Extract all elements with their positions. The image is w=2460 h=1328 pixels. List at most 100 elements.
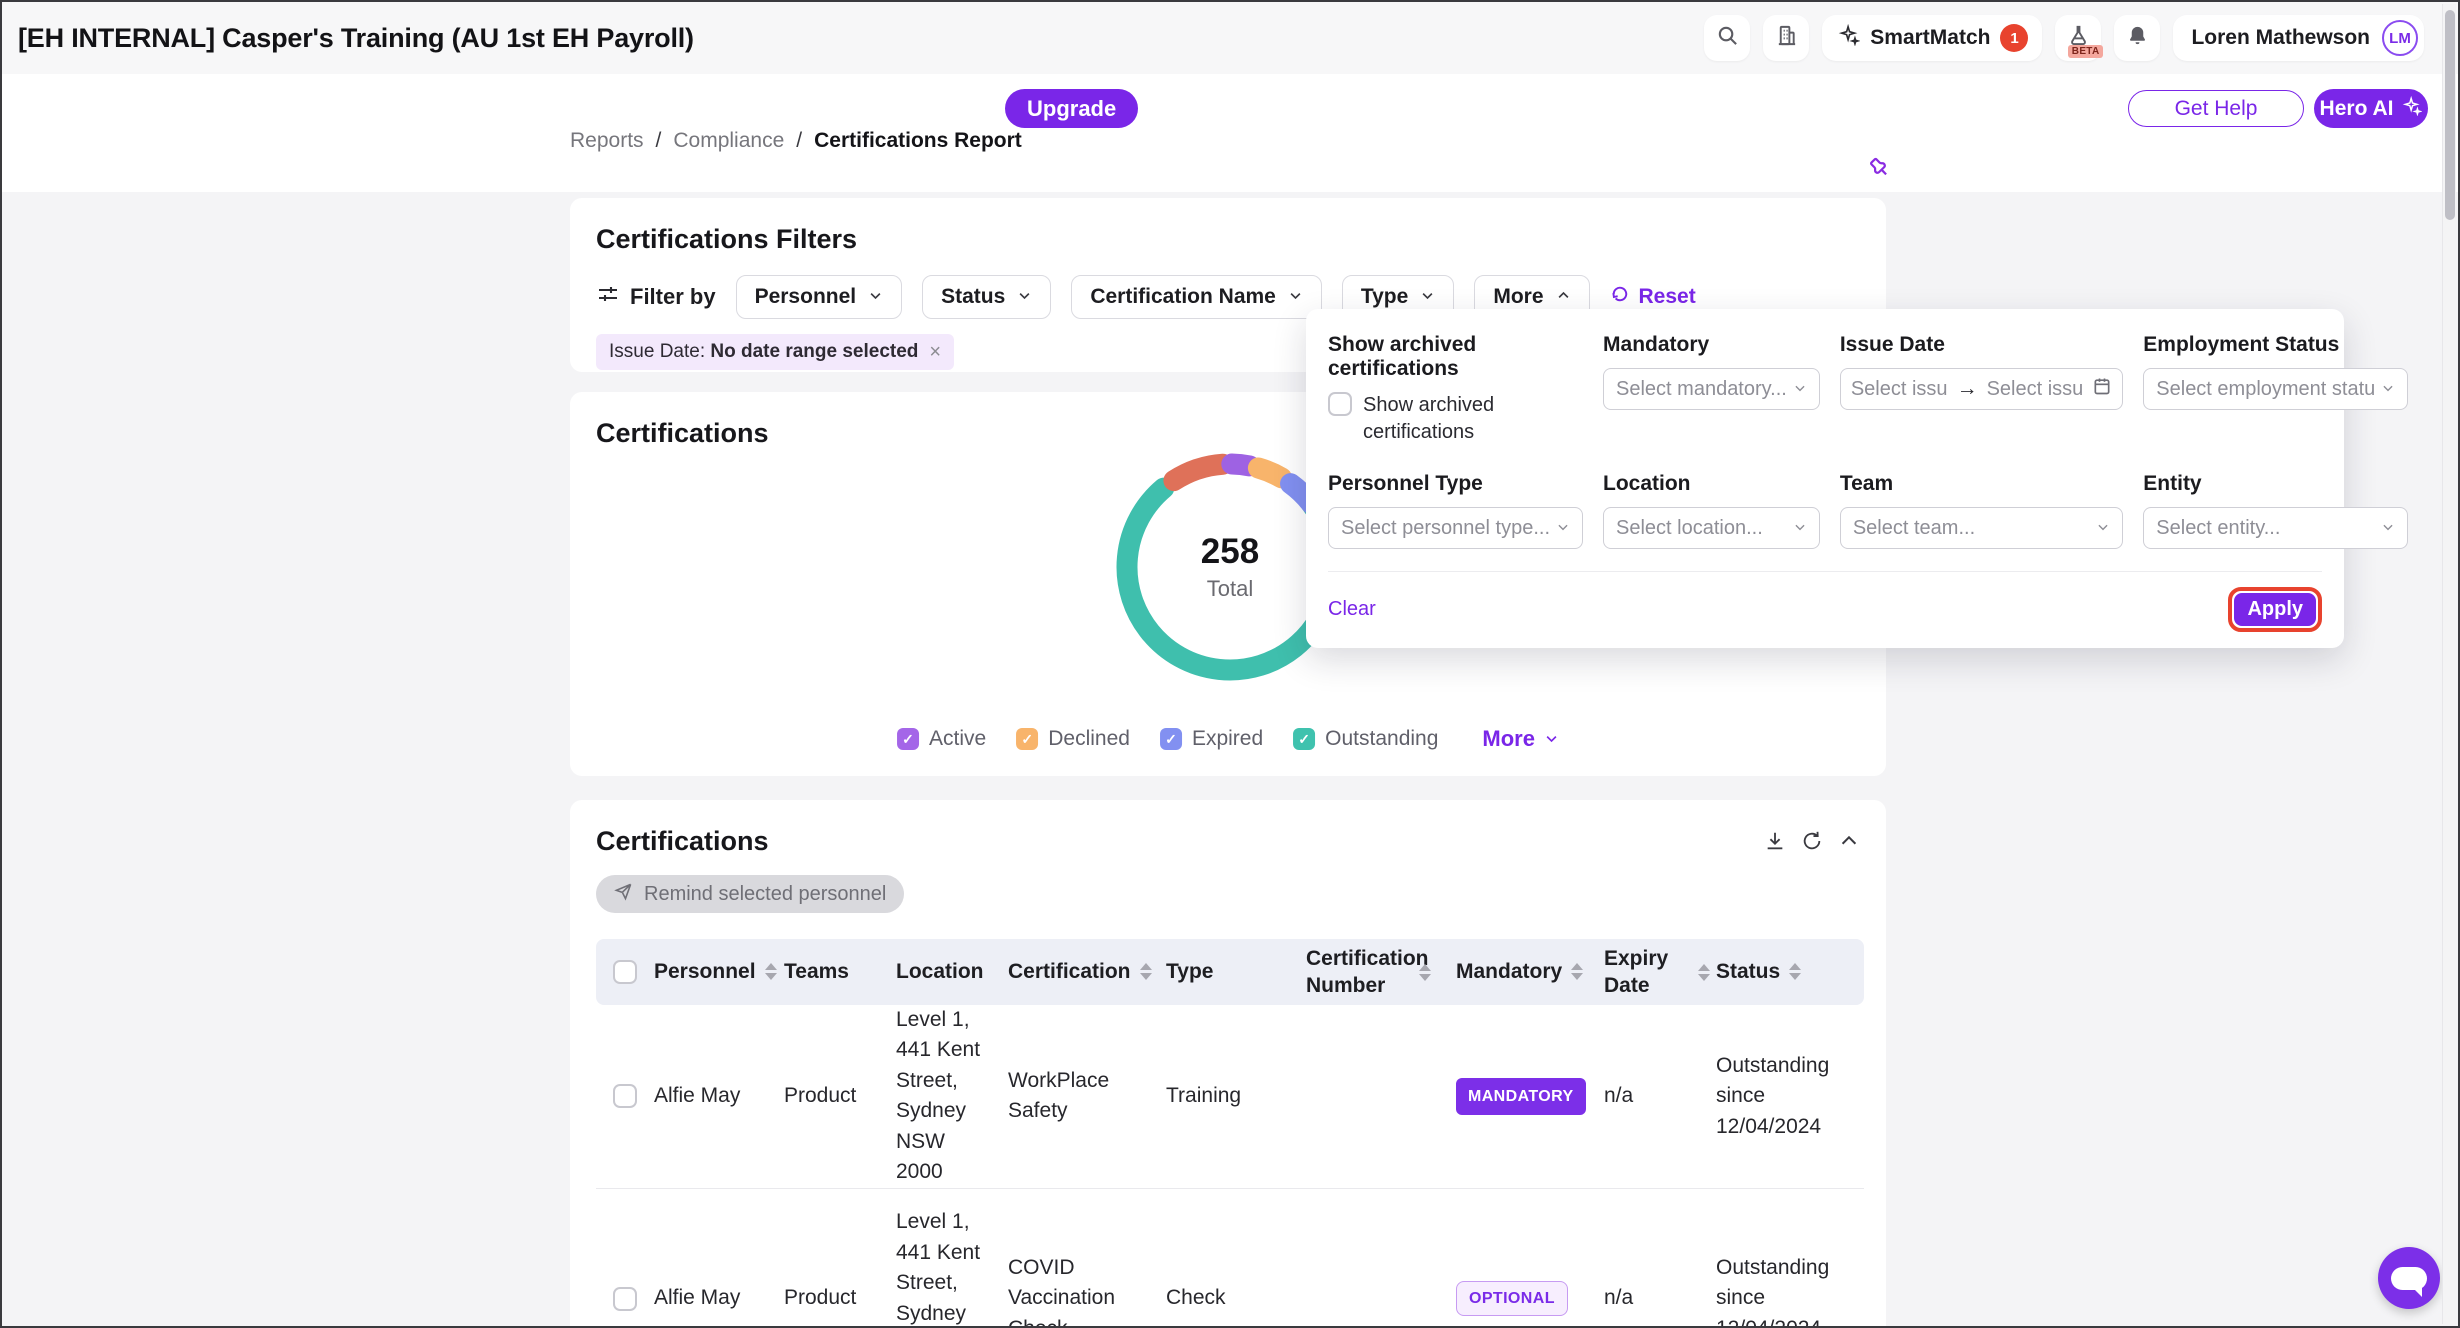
upgrade-button[interactable]: Upgrade: [1005, 89, 1138, 128]
breadcrumb: Reports / Compliance / Certifications Re…: [570, 129, 1022, 153]
column-header-mandatory[interactable]: Mandatory: [1456, 958, 1604, 985]
entity-select[interactable]: Select entity...: [2143, 507, 2408, 549]
breadcrumb-separator: /: [656, 129, 662, 153]
column-header-certification-number[interactable]: Certification Number: [1306, 945, 1456, 1000]
refresh-icon[interactable]: [1801, 830, 1823, 857]
organisation-button[interactable]: [1763, 15, 1809, 61]
user-menu[interactable]: Loren Mathewson LM: [2173, 15, 2424, 61]
chip-close-icon[interactable]: ×: [929, 342, 941, 362]
column-header-status[interactable]: Status: [1716, 958, 1864, 985]
notifications-button[interactable]: [2114, 15, 2160, 61]
column-label: Location: [896, 958, 984, 985]
field-label: Team: [1840, 472, 2123, 496]
smartmatch-button[interactable]: SmartMatch 1: [1822, 15, 2042, 61]
field-location: Location Select location...: [1603, 472, 1820, 549]
select-all-checkbox[interactable]: [613, 960, 637, 984]
row-checkbox[interactable]: [613, 1084, 637, 1108]
issue-date-chip: Issue Date: No date range selected ×: [596, 334, 954, 370]
checkbox-label: Show archived certifications: [1363, 392, 1523, 446]
column-label: Certification: [1008, 958, 1131, 985]
column-header-personnel[interactable]: Personnel: [654, 958, 784, 985]
mandatory-select[interactable]: Select mandatory...: [1603, 368, 1820, 410]
table-header-row: Personnel Teams Location Certification T…: [596, 939, 1864, 1005]
page-scrollbar[interactable]: [2442, 4, 2456, 1324]
get-help-button[interactable]: Get Help: [2128, 90, 2304, 127]
chevron-up-icon: [1556, 285, 1571, 309]
collapse-icon[interactable]: [1838, 830, 1860, 857]
column-label: Status: [1716, 958, 1780, 985]
row-checkbox[interactable]: [613, 1287, 637, 1311]
beta-lab-button[interactable]: BETA: [2055, 15, 2101, 61]
column-label: Expiry Date: [1604, 945, 1689, 1000]
field-label: Entity: [2143, 472, 2408, 496]
show-archived-checkbox-row[interactable]: Show archived certifications: [1328, 392, 1583, 446]
breadcrumb-current: Certifications Report: [814, 129, 1022, 153]
legend-more-dropdown[interactable]: More: [1482, 726, 1559, 752]
more-panel-footer: Clear Apply: [1328, 571, 2322, 632]
column-header-certification[interactable]: Certification: [1008, 958, 1166, 985]
hero-ai-button[interactable]: Hero AI: [2314, 89, 2428, 128]
field-label: Mandatory: [1603, 333, 1820, 357]
chat-widget-button[interactable]: [2378, 1247, 2440, 1309]
personnel-type-select[interactable]: Select personnel type...: [1328, 507, 1583, 549]
column-header-expiry-date[interactable]: Expiry Date: [1604, 945, 1716, 1000]
filter-personnel-dropdown[interactable]: Personnel: [736, 275, 903, 319]
checkbox-checked-icon[interactable]: [897, 728, 919, 750]
sort-icon[interactable]: [1571, 963, 1583, 980]
legend-item-active[interactable]: Active: [897, 727, 986, 751]
select-placeholder: Select location...: [1616, 517, 1763, 540]
sort-icon[interactable]: [1789, 963, 1801, 980]
cell-status: Outstanding since 12/04/2024: [1716, 1253, 1864, 1328]
breadcrumb-compliance[interactable]: Compliance: [673, 129, 784, 153]
chat-bubble-icon: [2391, 1267, 2427, 1290]
filter-status-dropdown[interactable]: Status: [922, 275, 1051, 319]
chevron-down-icon: [1556, 517, 1570, 540]
reset-icon: [1610, 284, 1630, 310]
hero-ai-label: Hero AI: [2320, 97, 2394, 121]
sort-icon[interactable]: [765, 963, 777, 980]
sort-icon[interactable]: [1698, 964, 1710, 981]
chevron-down-icon: [1288, 285, 1303, 309]
select-placeholder: Select employment statu: [2156, 378, 2375, 401]
table-row[interactable]: Alfie May Product Level 1, 441 Kent Stre…: [596, 1189, 1864, 1328]
smartmatch-label: SmartMatch: [1870, 26, 1990, 50]
bell-icon: [2126, 24, 2149, 52]
clear-filters-link[interactable]: Clear: [1328, 598, 1376, 621]
user-name: Loren Mathewson: [2191, 26, 2370, 50]
scrollbar-thumb[interactable]: [2445, 10, 2455, 220]
apply-button[interactable]: Apply: [2234, 593, 2316, 626]
topbar: [EH INTERNAL] Casper's Training (AU 1st …: [2, 2, 2458, 74]
column-label: Type: [1166, 958, 1213, 985]
filter-certification-name-dropdown[interactable]: Certification Name: [1071, 275, 1322, 319]
team-select[interactable]: Select team...: [1840, 507, 2123, 549]
checkbox-checked-icon[interactable]: [1160, 728, 1182, 750]
checkbox-unchecked-icon[interactable]: [1328, 392, 1352, 416]
issue-date-range-input[interactable]: Select issu → Select issu: [1840, 368, 2123, 410]
chip-prefix: Issue Date:: [609, 341, 705, 362]
table-row[interactable]: Alfie May Product Level 1, 441 Kent Stre…: [596, 1005, 1864, 1189]
location-select[interactable]: Select location...: [1603, 507, 1820, 549]
sliders-icon: [596, 282, 620, 312]
remind-selected-personnel-button[interactable]: Remind selected personnel: [596, 875, 904, 913]
filter-status-label: Status: [941, 285, 1005, 309]
pin-report-button[interactable]: [1864, 152, 1892, 185]
employment-status-select[interactable]: Select employment statu: [2143, 368, 2408, 410]
legend-item-declined[interactable]: Declined: [1016, 727, 1130, 751]
app-window: [EH INTERNAL] Casper's Training (AU 1st …: [0, 0, 2460, 1328]
cell-teams: Product: [784, 1081, 896, 1111]
search-button[interactable]: [1704, 15, 1750, 61]
sort-icon[interactable]: [1140, 963, 1152, 980]
cell-personnel: Alfie May: [654, 1081, 784, 1111]
legend-item-outstanding[interactable]: Outstanding: [1293, 727, 1438, 751]
chart-legend: Active Declined Expired Outstanding More: [897, 726, 1559, 752]
checkbox-checked-icon[interactable]: [1016, 728, 1038, 750]
download-icon[interactable]: [1764, 830, 1786, 857]
sort-icon[interactable]: [1419, 964, 1431, 981]
breadcrumb-reports[interactable]: Reports: [570, 129, 644, 153]
legend-item-expired[interactable]: Expired: [1160, 727, 1263, 751]
filter-by: Filter by: [596, 282, 716, 312]
date-from-placeholder: Select issu: [1851, 378, 1948, 401]
column-label: Personnel: [654, 958, 756, 985]
checkbox-checked-icon[interactable]: [1293, 728, 1315, 750]
reset-filters-button[interactable]: Reset: [1610, 284, 1696, 310]
